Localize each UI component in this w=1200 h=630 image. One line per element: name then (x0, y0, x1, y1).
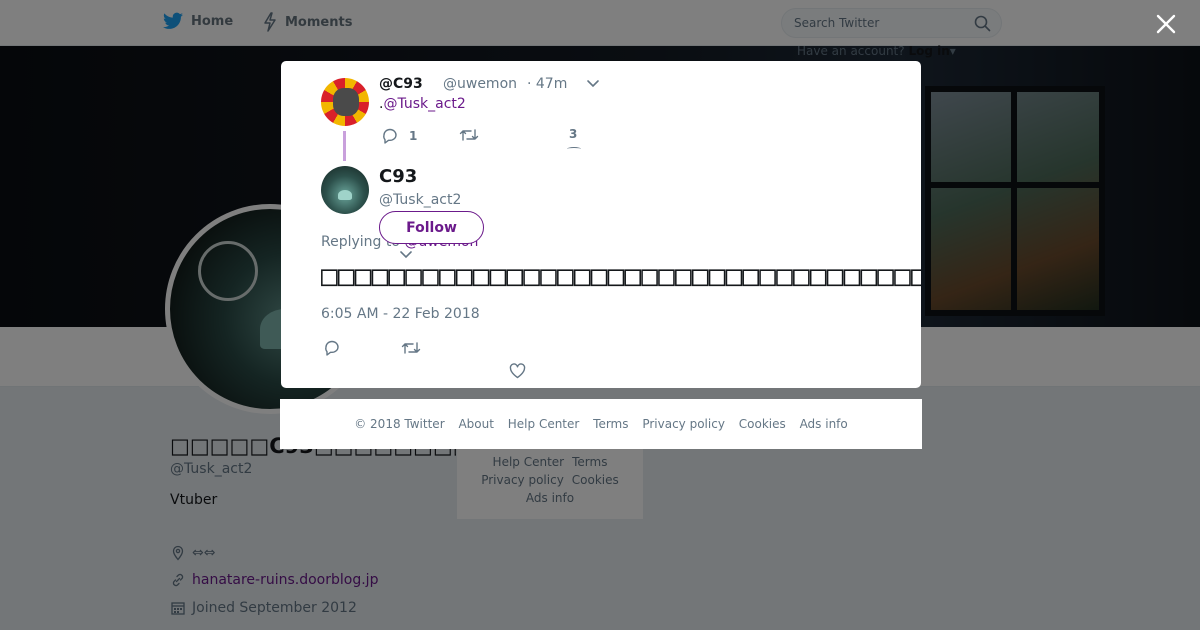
tweet-permalink-modal: @C93 @uwemon · 47m .@Tusk_act2 1 3 C93 @… (281, 61, 921, 388)
conversation-thread-line (343, 131, 346, 161)
parent-tweet-author-handle[interactable]: @uwemon (443, 76, 517, 92)
retweet-icon (459, 129, 479, 141)
reply-icon (325, 340, 339, 356)
main-tweet-timestamp[interactable]: 6:05 AM - 22 Feb 2018 (321, 306, 480, 322)
parent-tweet-time[interactable]: · 47m (527, 76, 567, 92)
main-like-action[interactable] (509, 363, 526, 379)
reply-icon (383, 128, 397, 144)
parent-tweet-text: .@Tusk_act2 (379, 96, 466, 112)
parent-like-action[interactable]: 3 (569, 127, 577, 141)
parent-tweet-mention[interactable]: @Tusk_act2 (383, 96, 465, 112)
parent-like-count: 3 (569, 127, 578, 141)
heart-icon (509, 363, 526, 379)
main-tweet-text: □□□□□□□□□□□□□□□□□□□□□□□□□□□□□□□□□□□□□□□ (321, 259, 921, 292)
main-tweet-avatar[interactable] (321, 166, 369, 214)
retweet-icon (401, 342, 421, 354)
footer-ads-link[interactable]: Ads info (800, 417, 848, 431)
main-tweet-author-handle[interactable]: @Tusk_act2 (379, 192, 461, 208)
follow-button[interactable]: Follow (379, 211, 484, 244)
parent-tweet-author-name[interactable]: @C93 (379, 76, 423, 92)
footer-about-link[interactable]: About (458, 417, 493, 431)
parent-reply-action[interactable]: 1 (381, 127, 417, 145)
main-reply-action[interactable] (323, 339, 341, 357)
parent-tweet-avatar[interactable] (321, 78, 369, 126)
parent-reply-count: 1 (409, 129, 418, 143)
chevron-down-icon[interactable] (586, 79, 600, 89)
parent-retweet-action[interactable] (459, 127, 479, 143)
modal-footer: © 2018 Twitter About Help Center Terms P… (280, 399, 922, 449)
footer-copyright: © 2018 Twitter (354, 417, 445, 431)
close-icon[interactable] (1155, 13, 1177, 35)
footer-terms-link[interactable]: Terms (593, 417, 628, 431)
footer-help-link[interactable]: Help Center (508, 417, 580, 431)
footer-privacy-link[interactable]: Privacy policy (642, 417, 725, 431)
main-tweet-author-name[interactable]: C93 (379, 166, 417, 187)
main-retweet-action[interactable] (401, 340, 421, 356)
heart-icon (567, 147, 581, 151)
footer-cookies-link[interactable]: Cookies (739, 417, 786, 431)
